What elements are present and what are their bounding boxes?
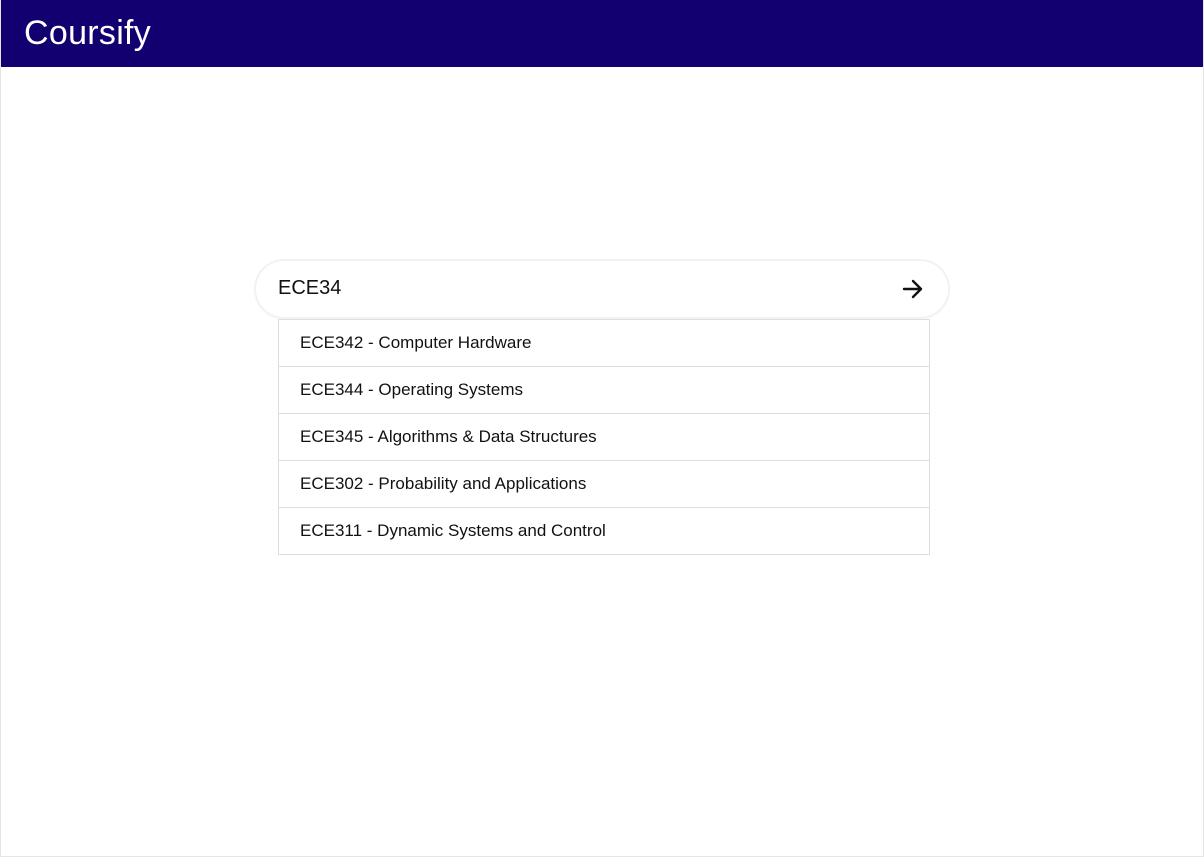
course-search-input[interactable] xyxy=(278,271,868,305)
search-submit-button[interactable] xyxy=(896,273,930,305)
course-search-box xyxy=(256,261,948,317)
suggestion-item[interactable]: ECE302 - Probability and Applications xyxy=(278,460,930,508)
suggestion-item[interactable]: ECE342 - Computer Hardware xyxy=(278,319,930,367)
top-bar: Coursify xyxy=(1,0,1203,67)
suggestion-item[interactable]: ECE344 - Operating Systems xyxy=(278,366,930,414)
suggestion-list: ECE342 - Computer Hardware ECE344 - Oper… xyxy=(278,319,930,555)
app-logo-text[interactable]: Coursify xyxy=(24,13,151,53)
suggestion-item[interactable]: ECE311 - Dynamic Systems and Control xyxy=(278,507,930,555)
arrow-right-icon xyxy=(902,279,923,299)
suggestion-item[interactable]: ECE345 - Algorithms & Data Structures xyxy=(278,413,930,461)
